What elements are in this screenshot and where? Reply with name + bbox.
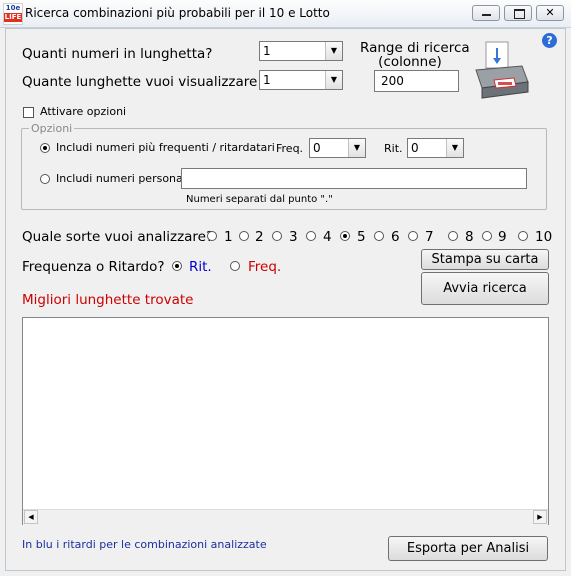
sorte-radio-2[interactable] [239,231,249,241]
chevron-down-icon[interactable]: ▼ [446,139,463,157]
mode-rit-radio[interactable] [172,261,182,271]
sorte-label-4: 4 [323,229,332,245]
app-icon: 10e LIFE [3,3,23,25]
options-group-label: Opzioni [29,122,75,135]
sorte-radio-5[interactable] [340,231,350,241]
rit-label: Rit. [384,142,403,155]
sorte-options: 1 2 3 4 5 6 7 8 9 10 [207,229,552,245]
activate-options-label: Attivare opzioni [40,105,127,118]
sorte-radio-6[interactable] [374,231,384,241]
close-button[interactable]: ✕ [536,5,564,21]
printer-icon[interactable] [472,40,530,102]
sorte-radio-7[interactable] [408,231,418,241]
include-personal-label: Includi numeri personali [56,172,189,185]
minimize-icon [482,14,491,16]
sorte-radio-3[interactable] [272,231,282,241]
include-personal-radio[interactable] [40,174,50,184]
lines-select[interactable]: 1 ▼ [259,70,343,90]
horizontal-scrollbar[interactable]: ◀ ▶ [23,509,548,525]
freq-label: Freq. [276,142,304,155]
sorte-radio-1[interactable] [207,231,217,241]
scroll-left-icon[interactable]: ◀ [24,510,38,524]
sorte-label-2: 2 [255,229,264,245]
qty-select[interactable]: 1 ▼ [259,41,343,61]
lines-select-value: 1 [263,73,271,87]
include-freq-radio[interactable] [40,143,50,153]
scroll-right-icon[interactable]: ▶ [533,510,547,524]
mode-freq-radio[interactable] [230,261,240,271]
activate-options-checkbox[interactable] [23,107,34,118]
results-title: Migliori lunghette trovate [22,292,194,308]
title-bar: 10e LIFE Ricerca combinazioni più probab… [0,0,571,28]
sorte-radio-10[interactable] [518,231,528,241]
help-icon-glyph: ? [546,34,553,47]
range-input[interactable]: 200 [374,70,459,92]
sorte-label-5: 5 [357,229,366,245]
sorte-label-8: 8 [465,229,474,245]
footer-note: In blu i ritardi per le combinazioni ana… [22,538,267,551]
sorte-label-6: 6 [391,229,400,245]
minimize-button[interactable] [472,5,500,21]
app-icon-text-top: 10e [5,4,21,12]
qty-select-value: 1 [263,44,271,58]
sorte-label-1: 1 [224,229,233,245]
print-button[interactable]: Stampa su carta [421,249,549,270]
personal-numbers-hint: Numeri separati dal punto "." [186,194,333,205]
close-icon: ✕ [545,6,555,19]
rit-select[interactable]: 0 ▼ [407,138,464,158]
personal-numbers-input[interactable] [181,168,527,189]
mode-rit-label: Rit. [189,259,212,275]
qty-label: Quanti numeri in lunghetta? [22,46,213,62]
mode-freq-label: Freq. [248,259,282,275]
sorte-label-10: 10 [535,229,553,245]
sorte-radio-8[interactable] [448,231,458,241]
app-icon-text-bottom: LIFE [4,13,22,22]
sorte-radio-9[interactable] [482,231,492,241]
sorte-label-3: 3 [289,229,298,245]
maximize-icon [514,9,525,19]
freq-select-value: 0 [313,141,321,155]
chevron-down-icon[interactable]: ▼ [348,139,365,157]
help-icon[interactable]: ? [542,33,557,48]
mode-label: Frequenza o Ritardo? [22,259,165,275]
export-button[interactable]: Esporta per Analisi [388,536,548,561]
include-freq-label: Includi numeri più frequenti / ritardata… [56,141,275,154]
sorte-label-7: 7 [425,229,434,245]
maximize-button[interactable] [504,5,532,21]
freq-select[interactable]: 0 ▼ [309,138,366,158]
chevron-down-icon[interactable]: ▼ [325,71,342,89]
results-list[interactable]: ◀ ▶ [22,317,549,525]
range-label-2: (colonne) [378,54,442,70]
window-title: Ricerca combinazioni più probabili per i… [25,6,330,20]
lines-label: Quante lunghette vuoi visualizzare ? [22,74,269,90]
chevron-down-icon[interactable]: ▼ [325,42,342,60]
search-button[interactable]: Avvia ricerca [421,272,549,305]
sorte-label-9: 9 [498,229,507,245]
sorte-label: Quale sorte vuoi analizzare? [22,229,214,245]
sorte-radio-4[interactable] [306,231,316,241]
rit-select-value: 0 [411,141,419,155]
